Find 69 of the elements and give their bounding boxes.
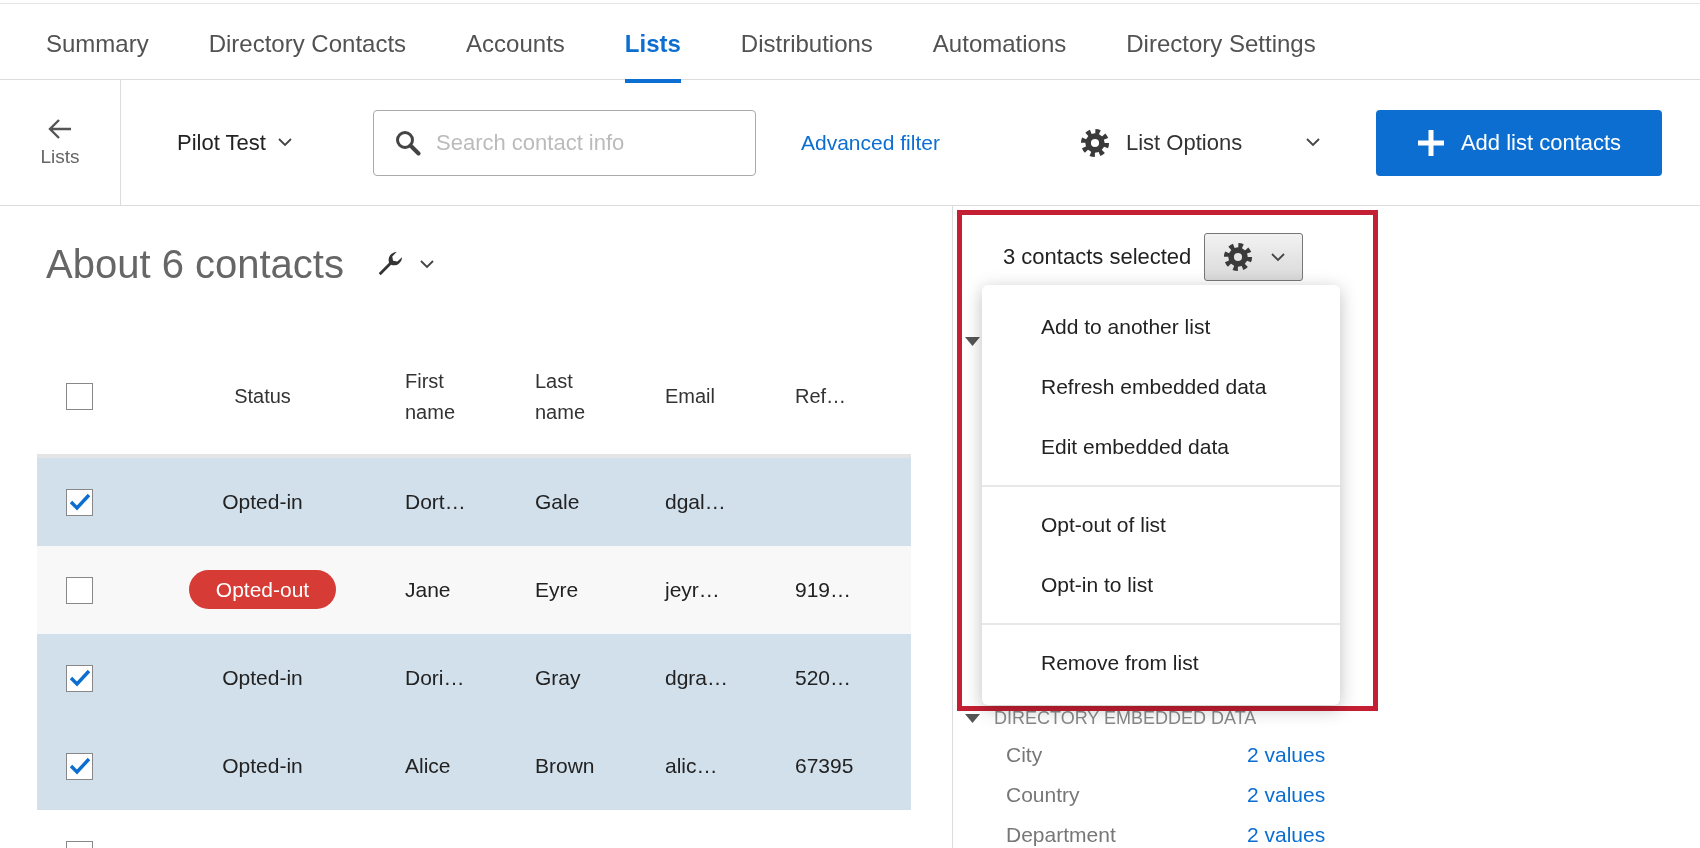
table-cell-text: Alice (405, 754, 452, 778)
menu-item[interactable]: Edit embedded data (982, 417, 1340, 477)
tab[interactable]: Distributions (740, 4, 873, 83)
table-cell-text: Dort… (405, 490, 467, 514)
table-cell-text: Jane (405, 578, 452, 602)
search-field[interactable]: Search contact info (373, 109, 756, 176)
field-label: City (1006, 743, 1044, 767)
caret-down-icon (965, 714, 980, 723)
table-cell-text: dgal… (665, 490, 727, 514)
chevron-icon (1271, 252, 1286, 262)
column-header[interactable]: First name (405, 365, 475, 428)
column-header[interactable]: Email (665, 385, 795, 408)
checkbox[interactable] (66, 576, 93, 604)
values-link[interactable]: 2 values (1247, 823, 1326, 847)
table-cell-text: Dori… (405, 666, 466, 690)
chevron-icon (277, 138, 292, 147)
menu-item[interactable]: Opt-in to list (982, 555, 1340, 615)
table-cell-text: Brown (535, 754, 596, 778)
tab[interactable]: Directory Settings (1126, 4, 1316, 83)
tab[interactable]: Lists (624, 4, 681, 83)
column-header[interactable]: Status (234, 385, 291, 408)
contacts-count-heading: About 6 contacts (46, 241, 344, 287)
tab[interactable]: Directory Contacts (208, 4, 407, 83)
arrow-left-icon (47, 117, 73, 140)
status-text: Opted-in (222, 666, 303, 689)
table-cell-text: 919… (795, 578, 853, 602)
checkbox[interactable] (66, 664, 93, 692)
plus-icon (1416, 128, 1445, 157)
selected-count-label: 3 contacts selected (1003, 244, 1192, 270)
gear-icon (1222, 242, 1253, 272)
menu-item[interactable]: Refresh embedded data (982, 357, 1340, 417)
table-cell-text: Gray (535, 666, 582, 690)
status-badge: Opted-out (188, 570, 337, 609)
back-button[interactable]: Lists (0, 80, 121, 205)
chevron-icon (1306, 138, 1320, 147)
checkbox[interactable] (66, 488, 93, 516)
section-header: DIRECTORY EMBEDDED DATA (994, 708, 1257, 729)
list-options-button[interactable]: List Options (1080, 127, 1320, 158)
column-header[interactable]: Last name (535, 365, 605, 428)
checkbox[interactable] (66, 383, 93, 410)
field-label: Department (1006, 823, 1117, 847)
status-text: Opted-in (222, 490, 303, 513)
search-icon (395, 129, 421, 156)
tab[interactable]: Summary (46, 4, 149, 83)
status-text: Opted-in (222, 754, 303, 777)
add-list-contacts-button[interactable]: Add list contacts (1376, 109, 1662, 176)
advanced-filter-link[interactable]: Advanced filter (801, 130, 940, 155)
table-cell-text: Eyre (535, 578, 580, 602)
values-link[interactable]: 2 values (1247, 743, 1326, 767)
column-header[interactable]: Ref… (795, 385, 911, 408)
field-label: Country (1006, 783, 1081, 807)
caret-down-icon (965, 337, 980, 346)
table-cell-text: Gale (535, 490, 581, 514)
list-dropdown[interactable]: Pilot Test (177, 129, 347, 156)
table-cell-text: jeyr… (665, 578, 721, 602)
gear-icon (1080, 127, 1110, 158)
checkbox[interactable] (66, 752, 93, 780)
table-cell-text: 520… (795, 666, 853, 690)
tab[interactable]: Automations (932, 4, 1067, 83)
menu-item[interactable]: Remove from list (982, 633, 1340, 693)
table-cell-text: 67395 (795, 754, 855, 778)
chevron-icon (419, 259, 434, 269)
values-link[interactable]: 2 values (1247, 783, 1326, 807)
tab[interactable]: Accounts (466, 4, 565, 83)
table-cell-text: alic… (665, 754, 719, 778)
menu-item[interactable]: Add to another list (982, 297, 1340, 357)
bulk-actions-button[interactable] (1204, 233, 1304, 281)
table-cell-text: dgra… (665, 666, 730, 690)
menu-item[interactable]: Opt-out of list (982, 495, 1340, 555)
